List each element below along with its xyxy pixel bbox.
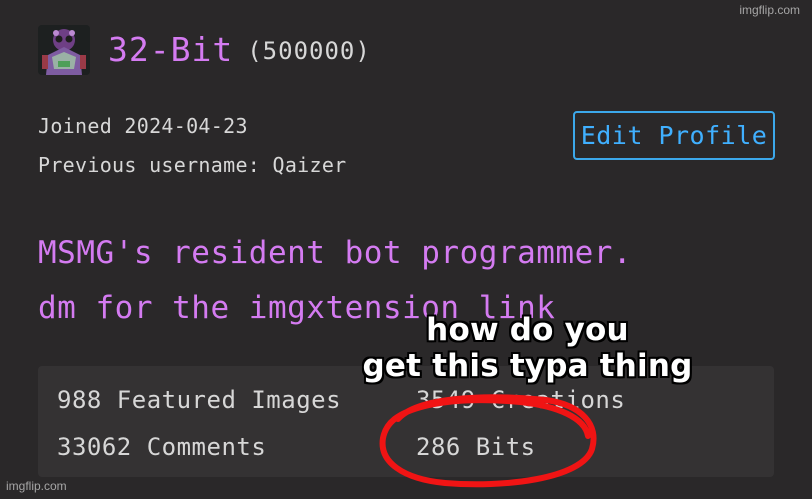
edit-profile-button[interactable]: Edit Profile	[573, 111, 775, 160]
comments-stat[interactable]: 33062 Comments	[57, 433, 266, 461]
joined-date: Joined 2024-04-23	[38, 114, 248, 138]
featured-images-stat[interactable]: 988 Featured Images	[57, 386, 341, 414]
points-count: (500000)	[247, 37, 371, 65]
stats-panel: 988 Featured Images 3549 Creations 33062…	[38, 366, 774, 477]
profile-header: 32-Bit (500000)	[38, 25, 371, 75]
bio: MSMG's resident bot programmer. dm for t…	[38, 226, 632, 336]
bits-stat: 286 Bits	[416, 433, 536, 461]
avatar[interactable]	[38, 25, 90, 75]
username: 32-Bit	[108, 29, 234, 69]
avatar-image	[38, 25, 90, 75]
bio-line-2: dm for the imgxtension link	[38, 290, 556, 326]
bio-line-1: MSMG's resident bot programmer.	[38, 235, 633, 271]
creations-stat[interactable]: 3549 Creations	[416, 386, 625, 414]
previous-username: Previous username: Qaizer	[38, 153, 347, 177]
imgflip-watermark-bottom: imgflip.com	[6, 479, 67, 493]
imgflip-watermark-top: imgflip.com	[739, 3, 800, 17]
